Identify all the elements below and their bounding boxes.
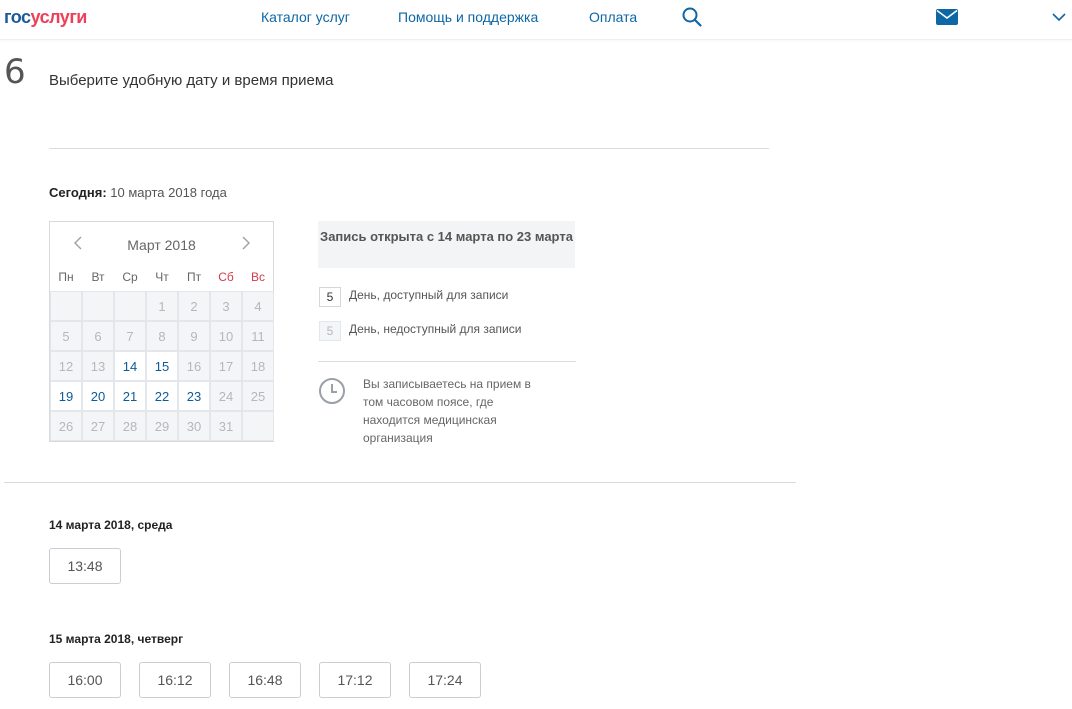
calendar-day: 25	[242, 381, 274, 411]
chevron-down-icon[interactable]	[1051, 10, 1067, 24]
section-divider	[49, 148, 769, 149]
slot-date-heading: 14 марта 2018, среда	[49, 518, 173, 532]
booking-period-notice: Запись открыта с 14 марта по 23 марта	[318, 221, 575, 268]
calendar-day: 12	[50, 351, 82, 381]
calendar-day: 7	[114, 321, 146, 351]
calendar-day: 30	[178, 411, 210, 441]
time-slot-button[interactable]: 16:12	[139, 662, 211, 698]
clock-icon	[318, 377, 346, 405]
top-header: госуслуги Каталог услуг Помощь и поддерж…	[0, 0, 1072, 40]
calendar-day: 13	[82, 351, 114, 381]
slot-date-heading: 15 марта 2018, четверг	[49, 632, 184, 646]
calendar-day[interactable]: 21	[114, 381, 146, 411]
calendar-day: 3	[210, 291, 242, 321]
weekday-label: Вт	[91, 270, 105, 284]
step-number: 6	[4, 52, 26, 92]
step-title: Выберите удобную дату и время приема	[49, 72, 334, 89]
calendar-day[interactable]: 14	[114, 351, 146, 381]
calendar-day: 31	[210, 411, 242, 441]
calendar-empty-cell	[114, 291, 146, 321]
calendar-day[interactable]: 15	[146, 351, 178, 381]
gosuslugi-logo[interactable]: госуслуги	[4, 7, 87, 28]
calendar-day: 16	[178, 351, 210, 381]
legend-unavailable-sample: 5	[319, 321, 341, 341]
calendar-day[interactable]: 22	[146, 381, 178, 411]
weekday-label: Чт	[155, 270, 169, 284]
calendar-day: 6	[82, 321, 114, 351]
calendar-day[interactable]: 20	[82, 381, 114, 411]
time-slot-button[interactable]: 13:48	[49, 548, 121, 584]
legend-unavailable-label: День, недоступный для записи	[349, 322, 522, 336]
time-slot-button[interactable]: 16:48	[229, 662, 301, 698]
weekday-label: Вс	[250, 270, 265, 284]
calendar-day: 4	[242, 291, 274, 321]
calendar-day: 5	[50, 321, 82, 351]
calendar-empty-cell	[50, 291, 82, 321]
legend-available-label: День, доступный для записи	[349, 288, 509, 302]
calendar-day: 28	[114, 411, 146, 441]
calendar-day: 17	[210, 351, 242, 381]
calendar-day[interactable]: 23	[178, 381, 210, 411]
logo-part-gos: гос	[4, 7, 31, 27]
calendar-day: 29	[146, 411, 178, 441]
nav-catalog-link[interactable]: Каталог услуг	[261, 9, 350, 25]
time-slot-button[interactable]: 16:00	[49, 662, 121, 698]
weekday-label: Сб	[218, 270, 234, 284]
today-label: Сегодня:	[49, 185, 107, 200]
calendar-day: 8	[146, 321, 178, 351]
calendar-weekdays: Пн Вт Ср Чт Пт Сб Вс	[50, 270, 273, 290]
calendar-day: 18	[242, 351, 274, 381]
nav-payment-link[interactable]: Оплата	[589, 9, 637, 25]
calendar-day: 24	[210, 381, 242, 411]
calendar-day: 1	[146, 291, 178, 321]
calendar-day: 27	[82, 411, 114, 441]
calendar: Март 2018 Пн Вт Ср Чт Пт Сб Вс 1 2 3 4 5 6 7 8 9 10 11 12…	[49, 221, 274, 442]
calendar-day: 11	[242, 321, 274, 351]
timezone-note: Вы записываетесь на прием в том часовом …	[363, 377, 531, 445]
calendar-empty-cell	[82, 291, 114, 321]
time-slot-button[interactable]: 17:24	[409, 662, 481, 698]
today-value: 10 марта 2018 года	[110, 185, 227, 200]
section-divider	[4, 482, 796, 483]
calendar-day: 10	[210, 321, 242, 351]
mail-icon[interactable]	[936, 9, 958, 25]
today-line: Сегодня: 10 марта 2018 года	[49, 185, 227, 200]
calendar-empty-cell	[242, 411, 274, 441]
legend-available-sample: 5	[319, 287, 341, 307]
calendar-day: 2	[178, 291, 210, 321]
time-slot-button[interactable]: 17:12	[319, 662, 391, 698]
weekday-label: Пн	[58, 270, 74, 284]
chevron-right-icon[interactable]	[240, 236, 252, 250]
weekday-label: Ср	[122, 270, 138, 284]
calendar-day: 9	[178, 321, 210, 351]
calendar-day: 26	[50, 411, 82, 441]
logo-part-uslugi: услуги	[30, 7, 88, 27]
weekday-label: Пт	[186, 270, 202, 284]
search-icon[interactable]	[681, 6, 703, 28]
nav-help-link[interactable]: Помощь и поддержка	[398, 9, 538, 25]
info-divider	[318, 361, 576, 362]
calendar-day[interactable]: 19	[50, 381, 82, 411]
